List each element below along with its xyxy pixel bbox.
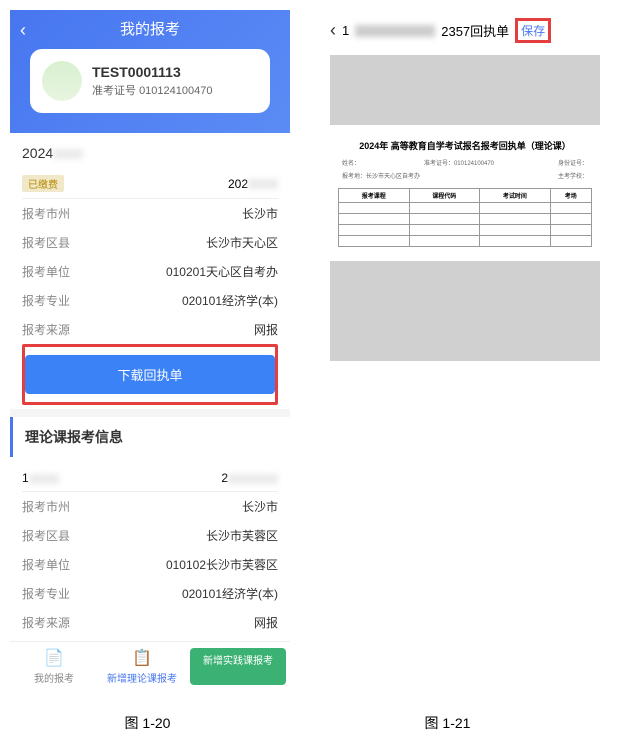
- app-header: ‹ 我的报考 TEST0001113 准考证号 010124100470: [10, 10, 290, 133]
- table-row: [339, 236, 592, 247]
- status-row: 已缴费 202: [22, 169, 278, 199]
- header-suffix: 2357回执单: [441, 21, 509, 40]
- field-district: 报考区县长沙市天心区: [22, 228, 278, 257]
- field-city: 报考市州长沙市: [22, 199, 278, 228]
- blurred-title: [355, 25, 435, 37]
- add-doc-icon: 📋: [98, 648, 186, 668]
- field-source: 报考来源网报: [22, 315, 278, 344]
- doc-title: 2024年 高等教育自学考试报名报考回执单（理论课）: [338, 139, 592, 152]
- phone-screenshot-right: ‹ 1 2357回执单 保存 2024年 高等教育自学考试报名报考回执单（理论课…: [320, 10, 610, 691]
- table-row: [339, 225, 592, 236]
- table-header-row: 报考课程 课程代码 考试时间 考场: [339, 189, 592, 203]
- exam-info-section-1: 2024 已缴费 202 报考市州长沙市 报考区县长沙市天心区 报考单位0102…: [10, 133, 290, 409]
- section2-num-right: 2: [221, 471, 278, 485]
- avatar: [42, 61, 82, 101]
- nav-my-exams[interactable]: 📄 我的报考: [10, 648, 98, 685]
- field2-district: 报考区县长沙市芙蓉区: [22, 521, 278, 550]
- caption-left: 图 1-20: [8, 713, 288, 733]
- bottom-nav: 📄 我的报考 📋 新增理论课报考 新增实践课报考: [10, 641, 290, 691]
- figure-captions: 图 1-20 图 1-21: [0, 705, 600, 733]
- receipt-table: 报考课程 课程代码 考试时间 考场: [338, 188, 592, 247]
- page-title: 我的报考: [20, 18, 280, 39]
- ticket-number: 准考证号 010124100470: [92, 82, 212, 98]
- doc-meta-row-2: 报考地：长沙市天心区自考办 主考学校：: [338, 169, 592, 182]
- gray-placeholder-top: [330, 55, 600, 125]
- field-major: 报考专业020101经济学(本): [22, 286, 278, 315]
- nav-add-practice[interactable]: 新增实践课报考: [190, 648, 286, 685]
- caption-right: 图 1-21: [303, 713, 593, 733]
- status-date: 202: [228, 177, 278, 191]
- save-button[interactable]: 保存: [515, 18, 551, 43]
- document-icon: 📄: [10, 648, 98, 668]
- user-card: TEST0001113 准考证号 010124100470: [30, 49, 270, 113]
- back-icon[interactable]: ‹: [20, 20, 26, 41]
- gray-placeholder-bottom: [330, 261, 600, 361]
- phone-screenshot-left: ‹ 我的报考 TEST0001113 准考证号 010124100470 202…: [10, 10, 290, 691]
- section2-header-row: 1 2: [22, 465, 278, 492]
- doc-meta-row-1: 姓名： 准考证号：010124100470 身份证号：: [338, 156, 592, 169]
- section-title-theory: 理论课报考信息: [10, 417, 290, 457]
- right-header: ‹ 1 2357回执单 保存: [320, 10, 610, 51]
- paid-badge: 已缴费: [22, 175, 64, 192]
- field2-major: 报考专业020101经济学(本): [22, 579, 278, 608]
- receipt-document: 2024年 高等教育自学考试报名报考回执单（理论课） 姓名： 准考证号：0101…: [330, 129, 600, 257]
- highlight-box: 下载回执单: [22, 344, 278, 405]
- nav-add-theory[interactable]: 📋 新增理论课报考: [98, 648, 186, 685]
- user-id: TEST0001113: [92, 64, 212, 80]
- download-receipt-button[interactable]: 下载回执单: [25, 355, 275, 394]
- year-label: 2024: [22, 141, 278, 169]
- table-row: [339, 203, 592, 214]
- field2-unit: 报考单位010102长沙市芙蓉区: [22, 550, 278, 579]
- table-row: [339, 214, 592, 225]
- exam-info-section-2: 1 2 报考市州长沙市 报考区县长沙市芙蓉区 报考单位010102长沙市芙蓉区 …: [10, 457, 290, 641]
- field2-city: 报考市州长沙市: [22, 492, 278, 521]
- field-unit: 报考单位010201天心区自考办: [22, 257, 278, 286]
- section2-num-left: 1: [22, 471, 59, 485]
- back-icon[interactable]: ‹: [330, 20, 336, 41]
- field2-source: 报考来源网报: [22, 608, 278, 637]
- header-number-prefix: 1: [342, 23, 349, 38]
